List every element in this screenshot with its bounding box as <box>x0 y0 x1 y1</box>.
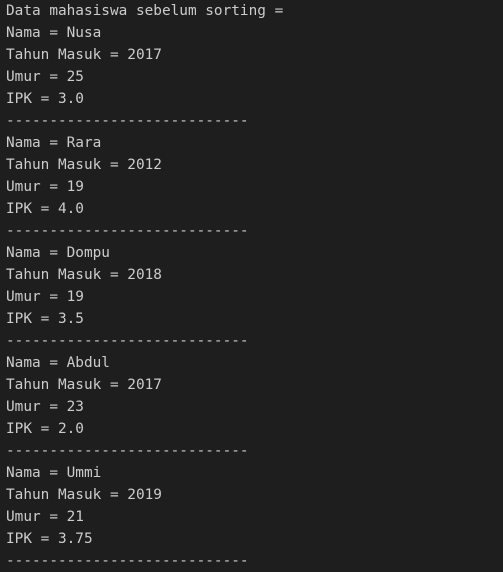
terminal-line: Nama = Dompu <box>6 245 110 261</box>
terminal-line: IPK = 2.0 <box>6 421 84 437</box>
terminal-line: Tahun Masuk = 2012 <box>6 157 162 173</box>
terminal-line: Umur = 23 <box>6 399 84 415</box>
terminal-line: Tahun Masuk = 2017 <box>6 377 162 393</box>
separator-line: ---------------------------- <box>6 443 249 459</box>
terminal-line: Umur = 25 <box>6 69 84 85</box>
terminal-line: IPK = 3.0 <box>6 91 84 107</box>
separator-line: ---------------------------- <box>6 553 249 569</box>
terminal-line: Data mahasiswa sebelum sorting = <box>6 3 284 19</box>
terminal-line: Nama = Ummi <box>6 465 102 481</box>
terminal-line: Tahun Masuk = 2018 <box>6 267 162 283</box>
terminal-line: Nama = Nusa <box>6 25 102 41</box>
terminal-line: Tahun Masuk = 2017 <box>6 47 162 63</box>
terminal-line: IPK = 4.0 <box>6 201 84 217</box>
terminal-line: Umur = 21 <box>6 509 84 525</box>
terminal-line: Umur = 19 <box>6 179 84 195</box>
separator-line: ---------------------------- <box>6 333 249 349</box>
separator-line: ---------------------------- <box>6 223 249 239</box>
terminal-output[interactable]: Data mahasiswa sebelum sorting = Nama = … <box>0 0 503 572</box>
terminal-line: Tahun Masuk = 2019 <box>6 487 162 503</box>
separator-line: ---------------------------- <box>6 113 249 129</box>
terminal-line: Nama = Abdul <box>6 355 110 371</box>
terminal-line: Nama = Rara <box>6 135 102 151</box>
terminal-line: IPK = 3.5 <box>6 311 84 327</box>
terminal-line: IPK = 3.75 <box>6 531 93 547</box>
terminal-line: Umur = 19 <box>6 289 84 305</box>
